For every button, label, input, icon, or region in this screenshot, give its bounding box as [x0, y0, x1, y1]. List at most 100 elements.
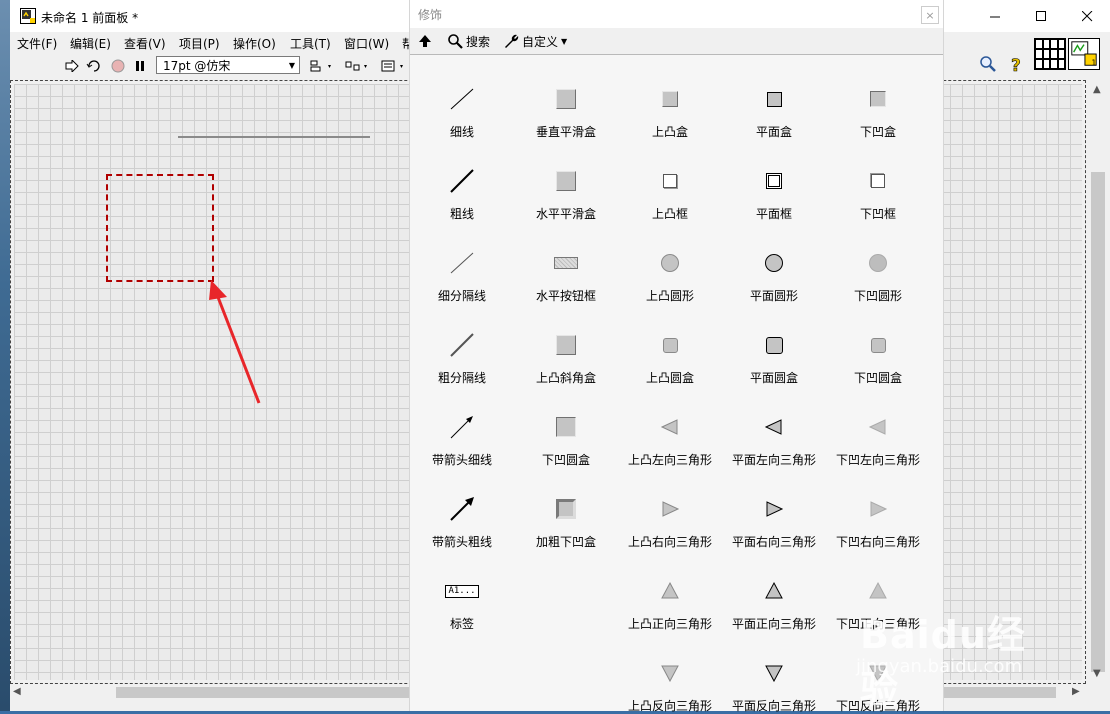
- palette-item-raised-box[interactable]: 上凸盒: [618, 55, 722, 139]
- bold-recessed-box-icon: [554, 497, 578, 521]
- palette-close-button[interactable]: ×: [921, 6, 939, 24]
- palette-item-recessed-circle[interactable]: 下凹圆形: [826, 219, 930, 303]
- close-button[interactable]: [1064, 0, 1110, 32]
- palette-item-thin-line[interactable]: 细线: [410, 55, 514, 139]
- palette-item-thick-divider[interactable]: 粗分隔线: [410, 301, 514, 385]
- vertical-scrollbar[interactable]: ▲ ▼: [1086, 80, 1110, 684]
- palette-item-flat-box[interactable]: 平面盒: [722, 55, 826, 139]
- palette-item-flat-right-triangle[interactable]: 平面右向三角形: [722, 465, 826, 549]
- palette-item-label-decoration[interactable]: A1... 标签: [410, 547, 514, 631]
- connector-pane[interactable]: [1034, 38, 1066, 70]
- flat-box-icon: [762, 87, 786, 111]
- font-dropdown[interactable]: 17pt @仿宋 ▼: [156, 56, 300, 74]
- menu-project[interactable]: 项目(P): [179, 35, 220, 52]
- menu-window[interactable]: 窗口(W): [344, 35, 389, 52]
- palette-item-raised-rounded-box[interactable]: 上凸圆盒: [618, 301, 722, 385]
- palette-item-flat-up-triangle[interactable]: 平面正向三角形: [722, 547, 826, 631]
- palette-search-button[interactable]: 搜索: [447, 32, 490, 50]
- palette-item-recessed-box[interactable]: 下凹盒: [826, 55, 930, 139]
- flat-rounded-box-icon: [762, 333, 786, 357]
- palette-item-recessed-down-triangle[interactable]: 下凹反向三角形: [826, 629, 930, 713]
- maximize-button[interactable]: [1018, 0, 1064, 32]
- flat-frame-icon: [762, 169, 786, 193]
- menu-operate[interactable]: 操作(O): [233, 35, 276, 52]
- align-objects-button[interactable]: [308, 57, 336, 75]
- menu-edit[interactable]: 编辑(E): [70, 35, 111, 52]
- close-icon: [1081, 10, 1092, 21]
- run-continuously-button[interactable]: [84, 57, 104, 75]
- palette-item-flat-rounded-box[interactable]: 平面圆盒: [722, 301, 826, 385]
- palette-item-flat-down-triangle[interactable]: 平面反向三角形: [722, 629, 826, 713]
- resize-objects-button[interactable]: [380, 57, 408, 75]
- menu-file[interactable]: 文件(F): [17, 35, 57, 52]
- scroll-up-icon[interactable]: ▲: [1093, 84, 1101, 95]
- font-dropdown-value: 17pt @仿宋: [163, 59, 231, 73]
- abort-button[interactable]: [108, 57, 128, 75]
- palette-item-label: 下凹反向三角形: [835, 699, 920, 713]
- run-button[interactable]: [62, 57, 82, 75]
- palette-item-raised-bevel-box[interactable]: 上凸斜角盒: [514, 301, 618, 385]
- palette-up-button[interactable]: [418, 32, 432, 50]
- palette-item-recessed-left-triangle[interactable]: 下凹左向三角形: [826, 383, 930, 467]
- palette-item-thin-arrow-line[interactable]: 带箭头细线: [410, 383, 514, 467]
- recessed-right-triangle-icon: [866, 497, 890, 521]
- pause-button[interactable]: [130, 57, 150, 75]
- raised-right-triangle-icon: [658, 497, 682, 521]
- minimize-button[interactable]: [972, 0, 1018, 32]
- flat-up-triangle-icon: [762, 579, 786, 603]
- palette-item-bold-recessed-box[interactable]: 加粗下凹盒: [514, 465, 618, 549]
- raised-up-triangle-icon: [658, 579, 682, 603]
- palette-item-recessed-up-triangle[interactable]: 下凹正向三角形: [826, 547, 930, 631]
- palette-item-raised-right-triangle[interactable]: 上凸右向三角形: [618, 465, 722, 549]
- palette-item-recessed-right-triangle[interactable]: 下凹右向三角形: [826, 465, 930, 549]
- thick-arrow-line-icon: [450, 497, 474, 521]
- scroll-right-icon[interactable]: ▶: [1072, 686, 1080, 697]
- palette-item-thick-line[interactable]: 粗线: [410, 137, 514, 221]
- menu-tools[interactable]: 工具(T): [290, 35, 331, 52]
- palette-item-recessed-frame[interactable]: 下凹框: [826, 137, 930, 221]
- thin-line-decoration[interactable]: [178, 136, 370, 138]
- svg-text:1: 1: [1092, 58, 1097, 67]
- distribute-objects-icon: [345, 61, 367, 71]
- palette-item-raised-left-triangle[interactable]: 上凸左向三角形: [618, 383, 722, 467]
- palette-item-horizontal-button-frame[interactable]: 水平按钮框: [514, 219, 618, 303]
- recessed-frame-icon: [866, 169, 890, 193]
- flat-circle-icon: [762, 251, 786, 275]
- maximize-icon: [1035, 10, 1046, 21]
- vi-icon[interactable]: 1: [1068, 38, 1100, 70]
- raised-down-triangle-icon: [658, 661, 682, 685]
- palette-item-flat-left-triangle[interactable]: 平面左向三角形: [722, 383, 826, 467]
- palette-item-horizontal-smooth-box[interactable]: 水平平滑盒: [514, 137, 618, 221]
- palette-item-raised-up-triangle[interactable]: 上凸正向三角形: [618, 547, 722, 631]
- scroll-down-icon[interactable]: ▼: [1093, 668, 1101, 679]
- palette-item-label: 上凸反向三角形: [627, 699, 712, 713]
- selected-decoration-box[interactable]: [106, 174, 214, 282]
- distribute-objects-button[interactable]: [344, 57, 372, 75]
- run-arrow-icon: [65, 60, 79, 72]
- raised-rounded-box-icon: [658, 333, 682, 357]
- palette-item-raised-frame[interactable]: 上凸框: [618, 137, 722, 221]
- flat-down-triangle-icon: [762, 661, 786, 685]
- scroll-left-icon[interactable]: ◀: [13, 686, 21, 697]
- palette-title-bar[interactable]: 修饰 ×: [410, 0, 943, 28]
- menu-view[interactable]: 查看(V): [124, 35, 166, 52]
- palette-item-thin-divider[interactable]: 细分隔线: [410, 219, 514, 303]
- palette-item-raised-circle[interactable]: 上凸圆形: [618, 219, 722, 303]
- palette-item-label: 加粗下凹盒: [535, 535, 596, 549]
- svg-text:?: ?: [1011, 56, 1021, 75]
- recessed-rounded-box-icon: [554, 415, 578, 439]
- palette-item-vertical-smooth-box[interactable]: 垂直平滑盒: [514, 55, 618, 139]
- search-icon[interactable]: [978, 55, 998, 73]
- palette-toolbar: 搜索 自定义 ▼: [410, 28, 943, 54]
- palette-item-thick-arrow-line[interactable]: 带箭头粗线: [410, 465, 514, 549]
- palette-item-flat-frame[interactable]: 平面框: [722, 137, 826, 221]
- help-icon[interactable]: ?: [1009, 55, 1025, 75]
- vertical-scroll-thumb[interactable]: [1091, 172, 1105, 672]
- thin-divider-icon: [450, 251, 474, 275]
- palette-item-flat-circle[interactable]: 平面圆形: [722, 219, 826, 303]
- palette-item-recessed-rounded-box[interactable]: 下凹圆盒: [826, 301, 930, 385]
- palette-customize-button[interactable]: 自定义 ▼: [503, 32, 567, 50]
- palette-item-recessed-rounded-box-2[interactable]: 下凹圆盒: [514, 383, 618, 467]
- palette-item-raised-down-triangle[interactable]: 上凸反向三角形: [618, 629, 722, 713]
- recessed-up-triangle-icon: [866, 579, 890, 603]
